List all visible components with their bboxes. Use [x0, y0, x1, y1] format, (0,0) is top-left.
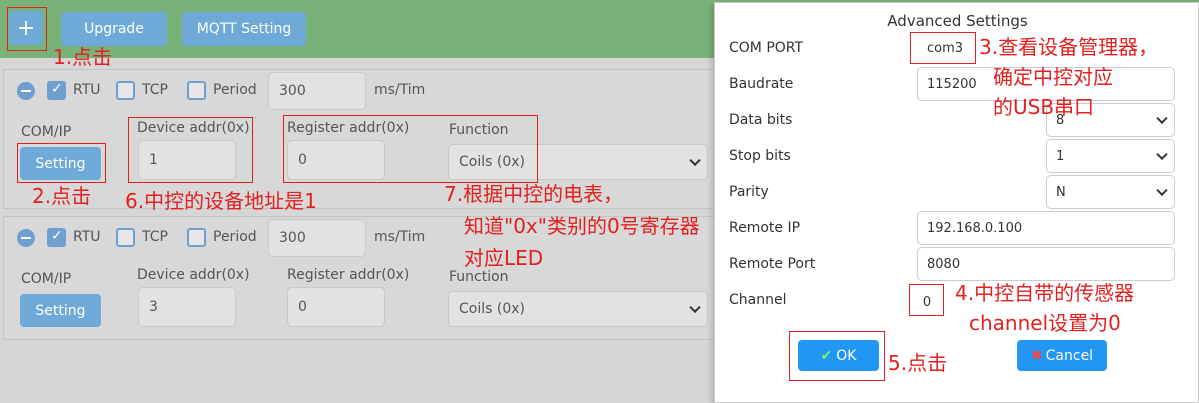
- remote-ip-input[interactable]: 192.168.0.100: [917, 211, 1175, 245]
- com-port-label: COM PORT: [729, 40, 804, 56]
- rtu-checkbox[interactable]: [47, 81, 66, 100]
- stopbits-label: Stop bits: [729, 148, 791, 164]
- tcp-checkbox[interactable]: [116, 228, 135, 247]
- annotation-3-line3: 的USB串口: [993, 95, 1095, 119]
- annotation-4-line2: channel设置为0: [969, 311, 1121, 335]
- period-label: Period: [213, 229, 257, 245]
- function-select[interactable]: Coils (0x): [448, 291, 708, 327]
- databits-label: Data bits: [729, 112, 793, 128]
- remove-row-icon[interactable]: [17, 229, 35, 247]
- remote-ip-label: Remote IP: [729, 220, 801, 236]
- channel-label: Channel: [729, 292, 787, 308]
- tcp-label: TCP: [142, 82, 168, 98]
- highlight-box-channel: [909, 284, 944, 316]
- highlight-box-register-function: [283, 115, 538, 183]
- baudrate-label: Baudrate: [729, 76, 794, 92]
- rtu-label: RTU: [73, 229, 101, 245]
- rtu-checkbox[interactable]: [47, 228, 66, 247]
- unit-label: ms/Tim: [374, 82, 426, 98]
- period-input[interactable]: 300: [268, 219, 366, 257]
- stopbits-select[interactable]: 1: [1046, 139, 1175, 173]
- annotation-3-line2: 确定中控对应: [993, 65, 1113, 89]
- chevron-down-icon: [689, 301, 701, 314]
- rtu-label: RTU: [73, 82, 101, 98]
- highlight-box-add: [7, 7, 47, 51]
- chevron-down-icon: [689, 154, 701, 167]
- annotation-4-line1: 4.中控自带的传感器: [955, 281, 1135, 305]
- remote-port-input[interactable]: 8080: [917, 247, 1175, 281]
- annotation-1: 1.点击: [53, 45, 113, 69]
- highlight-box-device: [128, 117, 253, 183]
- annotation-7-line1: 7.根据中控的电表，: [444, 182, 624, 206]
- close-icon: ✖: [1030, 347, 1043, 364]
- period-label: Period: [213, 82, 257, 98]
- tcp-label: TCP: [142, 229, 168, 245]
- cancel-label: Cancel: [1045, 347, 1094, 364]
- parity-label: Parity: [729, 184, 769, 200]
- parity-value: N: [1056, 184, 1066, 200]
- chevron-down-icon: [1156, 184, 1168, 197]
- comip-label: COM/IP: [21, 271, 72, 287]
- dialog-title: Advanced Settings: [887, 12, 1028, 30]
- period-checkbox[interactable]: [187, 81, 206, 100]
- device-addr-input[interactable]: 3: [138, 287, 236, 327]
- annotation-7-line2: 知道"0x"类别的0号寄存器: [464, 214, 700, 238]
- highlight-box-setting: [17, 143, 106, 183]
- annotation-6: 6.中控的设备地址是1: [125, 189, 317, 213]
- highlight-box-com-port: [910, 32, 976, 64]
- annotation-5: 5.点击: [888, 351, 948, 375]
- highlight-box-ok: [789, 331, 885, 381]
- function-select-value: Coils (0x): [459, 301, 525, 317]
- annotation-3-line1: 3.查看设备管理器，: [979, 35, 1159, 59]
- setting-button[interactable]: Setting: [20, 294, 101, 327]
- function-label: Function: [449, 269, 509, 285]
- unit-label: ms/Tim: [374, 229, 426, 245]
- stopbits-value: 1: [1056, 148, 1065, 164]
- chevron-down-icon: [1156, 112, 1168, 125]
- parity-select[interactable]: N: [1046, 175, 1175, 209]
- mqtt-setting-button[interactable]: MQTT Setting: [182, 12, 306, 46]
- cancel-button[interactable]: ✖ Cancel: [1017, 340, 1107, 371]
- comip-label: COM/IP: [21, 124, 72, 140]
- annotation-2: 2.点击: [32, 184, 92, 208]
- remote-port-label: Remote Port: [729, 256, 816, 272]
- register-addr-label: Register addr(0x): [287, 267, 410, 283]
- tcp-checkbox[interactable]: [116, 81, 135, 100]
- upgrade-button[interactable]: Upgrade: [61, 12, 167, 46]
- annotation-7-line3: 对应LED: [464, 246, 544, 270]
- chevron-down-icon: [1156, 148, 1168, 161]
- device-addr-label: Device addr(0x): [137, 267, 250, 283]
- register-addr-input[interactable]: 0: [287, 287, 385, 327]
- remove-row-icon[interactable]: [17, 82, 35, 100]
- period-input[interactable]: 300: [268, 72, 366, 110]
- period-checkbox[interactable]: [187, 228, 206, 247]
